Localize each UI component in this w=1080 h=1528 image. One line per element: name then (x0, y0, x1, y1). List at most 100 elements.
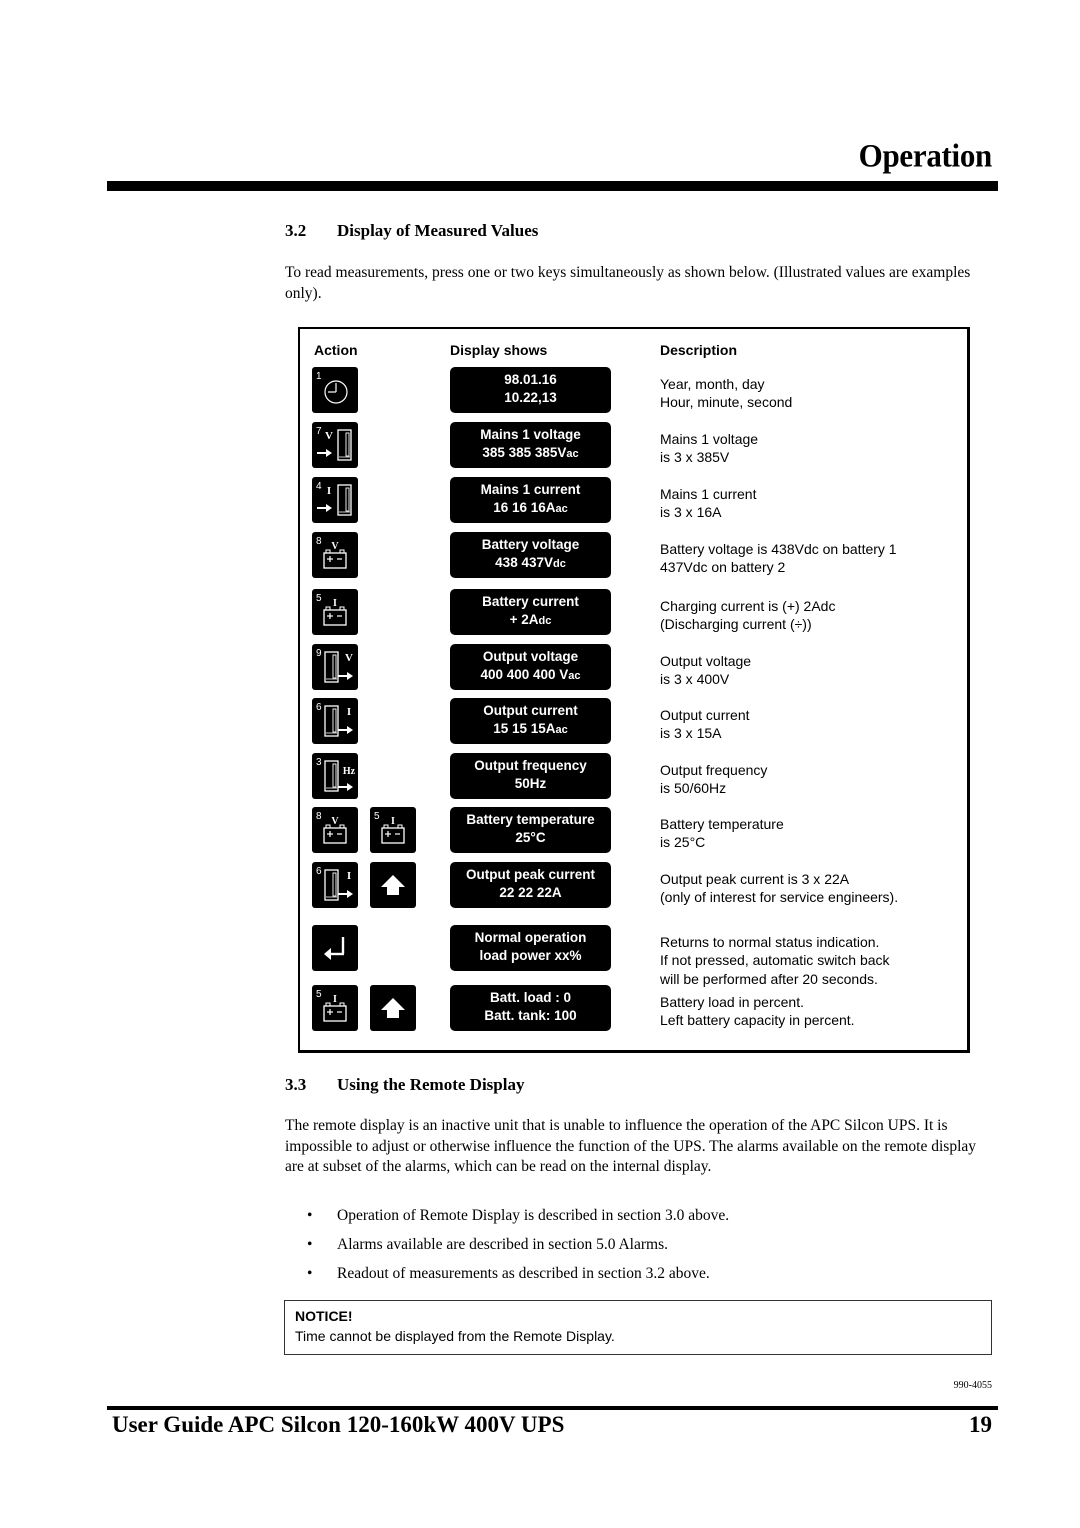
bullet-icon: • (307, 1236, 313, 1253)
description-line: is 3 x 15A (660, 725, 722, 742)
svg-text:8: 8 (316, 536, 322, 547)
svg-text:I: I (333, 994, 337, 1005)
bullet-list: • Operation of Remote Display is describe… (307, 1205, 729, 1292)
row-description: Mains 1 voltage is 3 x 385V (660, 430, 960, 467)
output-current-key-button[interactable]: 6I (312, 862, 358, 908)
display-line-1: Output current (483, 703, 578, 718)
svg-text:6: 6 (316, 866, 322, 877)
svg-text:V: V (325, 430, 333, 442)
svg-text:5: 5 (374, 811, 380, 822)
output-voltage-key-icon: 9V (316, 648, 353, 683)
display-readout: Mains 1 current 16 16 16Aac (450, 477, 611, 523)
section-number: 3.3 (285, 1075, 307, 1094)
mains-current-key-icon: 4I (316, 481, 352, 516)
battery-current-key-icon: 5I (316, 989, 347, 1022)
battery-current-key-button[interactable]: 5I (312, 589, 358, 635)
measurement-table: Action Display shows Description 1 98.01.… (298, 327, 970, 1053)
table-row: 9 V Output voltage 400 400 400 Vac Output vo… (300, 644, 967, 694)
display-readout: Output current 15 15 15Aac (450, 698, 611, 744)
display-readout: Batt. load : 0 Batt. tank: 100 (450, 985, 611, 1031)
battery-current-key-button[interactable]: 5I (370, 807, 416, 853)
table-row: 8 V 5 I Battery temperature 25°C Battery tempe… (300, 807, 967, 857)
display-readout: Battery temperature 25°C (450, 807, 611, 853)
up-arrow-key-icon (381, 998, 405, 1018)
table-row: 6 I Output peak current 22 22 22A Output pea… (300, 862, 967, 912)
battery-current-key-icon: 5I (374, 811, 405, 844)
description-line: Output peak current is 3 x 22A (660, 871, 850, 887)
display-line-1: Mains 1 voltage (480, 427, 581, 442)
description-line: Output voltage (660, 653, 752, 669)
description-line: is 3 x 385V (660, 449, 730, 466)
display-readout: Output voltage 400 400 400 Vac (450, 644, 611, 690)
battery-current-key-button[interactable]: 5I (312, 985, 358, 1031)
description-line: Returns to normal status indication. (660, 934, 880, 950)
battery-voltage-key-button[interactable]: 8V (312, 532, 358, 578)
row-description: Year, month, day Hour, minute, second (660, 375, 960, 412)
display-line-2: + 2Adc (509, 612, 552, 627)
output-current-key-icon: 6I (316, 866, 353, 901)
footer-title: User Guide APC Silcon 120-160kW 400V UPS (112, 1412, 565, 1437)
output-frequency-key-icon: 3 Hz (316, 757, 356, 792)
svg-text:I: I (333, 598, 337, 609)
row-description: Output peak current is 3 x 22A (only of i… (660, 870, 960, 907)
enter-key-icon (324, 937, 345, 960)
svg-text:I: I (347, 706, 351, 718)
output-frequency-key-button[interactable]: 3 Hz (312, 753, 358, 799)
mains-voltage-key-icon: 7V (316, 426, 352, 461)
column-header-display: Display shows (450, 342, 548, 358)
output-voltage-key-button[interactable]: 9V (312, 644, 358, 690)
enter-key-button[interactable] (312, 925, 358, 971)
up-arrow-key-button[interactable] (370, 862, 416, 908)
display-line-1: Output voltage (482, 649, 579, 664)
section-heading-3-3: 3.3 Using the Remote Display (285, 1075, 524, 1095)
clock-key-button[interactable]: 1 (312, 367, 358, 413)
description-line: Output current (660, 707, 750, 723)
table-row: 6 I Output current 15 15 15Aac Output curren… (300, 698, 967, 748)
up-arrow-key-icon (381, 875, 405, 895)
row-description: Battery voltage is 438Vdc on battery 1 43… (660, 540, 960, 577)
display-line-1: Battery current (482, 594, 579, 609)
description-line: is 50/60Hz (660, 780, 727, 797)
bullet-icon: • (307, 1265, 313, 1282)
description-line: Battery load in percent. (660, 994, 804, 1010)
svg-text:Hz: Hz (343, 766, 356, 777)
table-row: 1 98.01.16 10.22,13 Year, month, day Hour, m… (300, 367, 967, 417)
display-readout: Output frequency 50Hz (450, 753, 611, 799)
notice-box: NOTICE! Time cannot be displayed from th… (284, 1300, 992, 1355)
bullet-icon: • (307, 1207, 313, 1224)
svg-text:I: I (391, 816, 395, 827)
display-line-2: 385 385 385Vac (482, 445, 579, 460)
section-heading-3-2: 3.2 Display of Measured Values (285, 221, 538, 241)
row-description: Output current is 3 x 15A (660, 706, 960, 743)
output-current-key-button[interactable]: 6I (312, 698, 358, 744)
display-line-2: 25°C (515, 830, 546, 845)
description-line: Output frequency (660, 762, 768, 778)
display-line-1: Battery voltage (481, 537, 580, 552)
row-description: Battery load in percent. Left battery cap… (660, 993, 960, 1030)
column-header-action: Action (314, 342, 358, 358)
mains-voltage-key-button[interactable]: 7V (312, 422, 358, 468)
display-line-2: 10.22,13 (504, 390, 557, 405)
svg-text:7: 7 (316, 426, 322, 437)
notice-title: NOTICE! (295, 1308, 353, 1324)
display-readout: Output peak current 22 22 22A (450, 862, 611, 908)
battery-voltage-key-button[interactable]: 8V (312, 807, 358, 853)
footer-rule (107, 1406, 998, 1410)
header-rule (107, 181, 998, 191)
mains-current-key-button[interactable]: 4I (312, 477, 358, 523)
battery-current-key-icon: 5I (316, 593, 347, 626)
description-line: Mains 1 current (660, 486, 757, 502)
table-row: 3 Hz Output frequency 50Hz Output frequency i… (300, 753, 967, 803)
description-line: is 25°C (660, 834, 706, 851)
remote-display-paragraph: The remote display is an inactive unit t… (285, 1117, 977, 1175)
section-title: Using the Remote Display (337, 1075, 525, 1094)
up-arrow-key-button[interactable] (370, 985, 416, 1031)
list-item: • Alarms available are described in secti… (307, 1234, 729, 1263)
list-item: • Operation of Remote Display is describe… (307, 1205, 729, 1234)
clock-key-icon: 1 (316, 371, 348, 404)
display-readout: Mains 1 voltage 385 385 385Vac (450, 422, 611, 468)
description-line: is 3 x 16A (660, 504, 722, 521)
description-line: Hour, minute, second (660, 394, 793, 411)
display-line-1: 98.01.16 (504, 372, 557, 387)
description-line: is 3 x 400V (660, 671, 730, 688)
